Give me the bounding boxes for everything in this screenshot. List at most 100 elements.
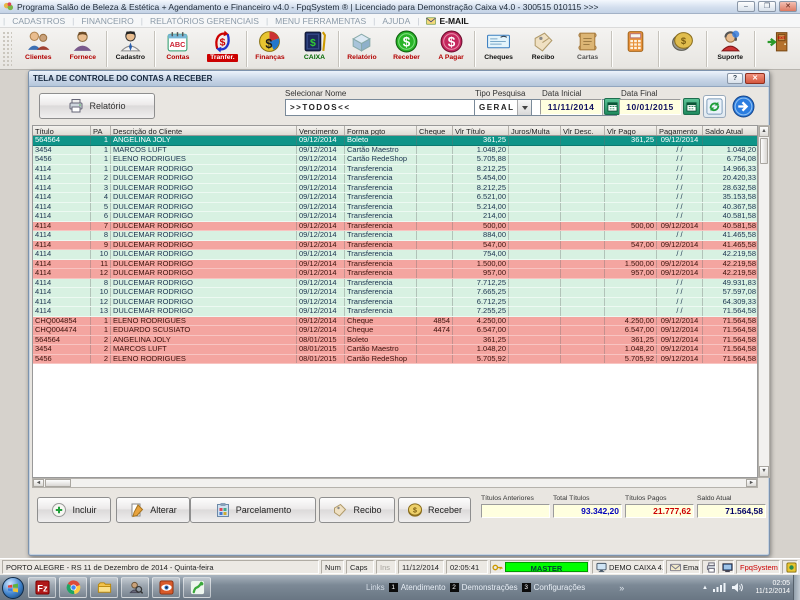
close-icon[interactable]: ✕ xyxy=(779,1,797,12)
receber-button[interactable]: $Receber xyxy=(398,497,471,523)
menu-item-menu-ferramentas[interactable]: MENU FERRAMENTAS xyxy=(269,16,372,26)
table-row[interactable]: 41144DULCEMAR RODRIGO09/12/2014Transfere… xyxy=(33,193,757,203)
column-header-forma-pgto[interactable]: Forma pgto xyxy=(345,126,417,135)
recibo-button[interactable]: Recibo xyxy=(319,497,395,523)
calendar-icon[interactable] xyxy=(683,98,700,115)
table-row[interactable]: 411412DULCEMAR RODRIGO09/12/2014Transfer… xyxy=(33,298,757,308)
table-row[interactable]: 411412DULCEMAR RODRIGO09/12/2014Transfer… xyxy=(33,269,757,279)
toolbar-button-receber[interactable]: $Receber xyxy=(384,29,429,68)
column-header-pagamento[interactable]: Pagamento xyxy=(657,126,703,135)
scroll-up-icon[interactable]: ▲ xyxy=(759,126,769,137)
table-row[interactable]: 41142DULCEMAR RODRIGO09/12/2014Transfere… xyxy=(33,174,757,184)
alterar-button[interactable]: Alterar xyxy=(116,497,190,523)
taskbar-link-atendimento[interactable]: 1Atendimento xyxy=(389,583,446,592)
toolbar-button-suporte[interactable]: Suporte xyxy=(708,29,753,68)
toolbar-button-clientes[interactable]: Clientes xyxy=(16,29,61,68)
taskbar-search-user-icon[interactable] xyxy=(121,577,149,598)
taskbar-filezilla-icon[interactable]: Fz xyxy=(28,577,56,598)
data-inicial-field[interactable]: 11/11/2014 xyxy=(540,99,602,115)
column-header-vlr-desc[interactable]: Vlr Desc. xyxy=(561,126,605,135)
speaker-icon[interactable] xyxy=(731,582,743,593)
column-header-vencimento[interactable]: Vencimento xyxy=(297,126,345,135)
taskbar-explorer-icon[interactable] xyxy=(90,577,118,598)
help-icon[interactable]: ? xyxy=(727,73,743,84)
taskbar-link-demonstracoes[interactable]: 2Demonstrações xyxy=(450,583,518,592)
chevron-right-icon[interactable]: » xyxy=(619,583,624,593)
scroll-down-icon[interactable]: ▼ xyxy=(759,466,769,477)
table-row[interactable]: 41148DULCEMAR RODRIGO09/12/2014Transfere… xyxy=(33,231,757,241)
tipo-pesquisa-combobox[interactable]: GERAL xyxy=(474,99,532,116)
taskbar-link-configuracoes[interactable]: 3Configurações xyxy=(522,583,586,592)
vertical-scrollbar[interactable]: ▲ ▼ xyxy=(758,125,770,478)
column-header-pa[interactable]: PA xyxy=(91,126,111,135)
table-row[interactable]: 411413DULCEMAR RODRIGO09/12/2014Transfer… xyxy=(33,307,757,317)
toolbar-button-cartas[interactable]: Cartas xyxy=(565,29,610,68)
table-row[interactable]: 5645641ANGELINA JOLY09/12/2014Boleto361,… xyxy=(33,136,757,146)
toolbar-button-relatorio[interactable]: Relatório xyxy=(340,29,385,68)
toolbar-button-caixa[interactable]: $CAIXA xyxy=(292,29,337,68)
table-row[interactable]: CHQ0044741EDUARDO SCUSIATO09/12/2014Cheq… xyxy=(33,326,757,336)
taskbar-clock[interactable]: 02:05 11/12/2014 xyxy=(746,580,790,596)
window-close-icon[interactable]: ✕ xyxy=(745,73,765,84)
maximize-icon[interactable]: ❐ xyxy=(758,1,776,12)
refresh-button[interactable] xyxy=(703,95,726,118)
start-button[interactable] xyxy=(2,577,24,599)
column-header-cheque[interactable]: Cheque xyxy=(417,126,453,135)
table-row[interactable]: 54562ELENO RODRIGUES08/01/2015Cartão Red… xyxy=(33,355,757,365)
column-header-titulo[interactable]: Título xyxy=(33,126,91,135)
table-row[interactable]: 411410DULCEMAR RODRIGO09/12/2014Transfer… xyxy=(33,288,757,298)
toolbar-button-moeda-icon[interactable]: $ xyxy=(660,29,705,68)
scroll-left-icon[interactable]: ◄ xyxy=(33,479,44,487)
menu-item-cadastros[interactable]: CADASTROS xyxy=(6,16,71,26)
toolbar-button-sair-icon[interactable]: EXIT xyxy=(756,29,800,68)
menu-item-financeiro[interactable]: FINANCEIRO xyxy=(75,16,139,26)
table-row[interactable]: 411411DULCEMAR RODRIGO09/12/2014Transfer… xyxy=(33,260,757,270)
parcelamento-button[interactable]: Parcelamento xyxy=(190,497,316,523)
toolbar-button-tranfer[interactable]: $Tranfer. xyxy=(200,29,245,68)
taskbar-fpq-green-icon[interactable] xyxy=(183,577,211,598)
table-row[interactable]: 41146DULCEMAR RODRIGO09/12/2014Transfere… xyxy=(33,212,757,222)
toolbar-button-financas[interactable]: $Finanças xyxy=(248,29,293,68)
taskbar-eye-viewer-icon[interactable] xyxy=(152,577,180,598)
menu-item-e-mail[interactable]: E-MAIL xyxy=(420,16,474,26)
horizontal-scrollbar[interactable]: ◄ ► xyxy=(32,478,758,488)
column-header-juros-multa[interactable]: Juros/Multa xyxy=(509,126,561,135)
table-row[interactable]: 41147DULCEMAR RODRIGO09/12/2014Transfere… xyxy=(33,222,757,232)
data-final-field[interactable]: 10/01/2015 xyxy=(619,99,681,115)
toolbar-button-a-pagar[interactable]: $A Pagar xyxy=(429,29,474,68)
toolbar-button-contas[interactable]: ABCContas xyxy=(156,29,201,68)
table-row[interactable]: 41145DULCEMAR RODRIGO09/12/2014Transfere… xyxy=(33,203,757,213)
table-row[interactable]: 41149DULCEMAR RODRIGO09/12/2014Transfere… xyxy=(33,241,757,251)
show-desktop-button[interactable] xyxy=(793,575,800,600)
table-row[interactable]: 41143DULCEMAR RODRIGO09/12/2014Transfere… xyxy=(33,184,757,194)
table-row[interactable]: 411410DULCEMAR RODRIGO09/12/2014Transfer… xyxy=(33,250,757,260)
toolbar-button-calculadora-icon[interactable] xyxy=(613,29,658,68)
table-row[interactable]: 41148DULCEMAR RODRIGO09/12/2014Transfere… xyxy=(33,279,757,289)
table-row[interactable]: 54561ELENO RODRIGUES09/12/2014Cartão Red… xyxy=(33,155,757,165)
column-header-descricao-cliente[interactable]: Descrição do Cliente xyxy=(111,126,297,135)
menu-item-ajuda[interactable]: AJUDA xyxy=(376,16,416,26)
toolbar-button-cadastro[interactable]: Cadastro xyxy=(108,29,153,68)
table-row[interactable]: 41141DULCEMAR RODRIGO09/12/2014Transfere… xyxy=(33,165,757,175)
table-row[interactable]: CHQ0048541ELENO RODRIGUES09/12/2014Chequ… xyxy=(33,317,757,327)
toolbar-button-fornece[interactable]: Fornece xyxy=(61,29,106,68)
scroll-right-icon[interactable]: ► xyxy=(746,479,757,487)
toolbar-button-cheques[interactable]: Cheques xyxy=(476,29,521,68)
table-row[interactable]: 34542MARCOS LUFT08/01/2015Cartão Maestro… xyxy=(33,345,757,355)
go-arrow-button[interactable] xyxy=(732,95,755,118)
scroll-thumb[interactable] xyxy=(760,138,768,164)
table-row[interactable]: 5645642ANGELINA JOLY08/01/2015Boleto361,… xyxy=(33,336,757,346)
column-header-saldo-atual[interactable]: Saldo Atual xyxy=(703,126,759,135)
column-header-vlr-titulo[interactable]: Vlr Título xyxy=(453,126,509,135)
taskbar-chrome-icon[interactable] xyxy=(59,577,87,598)
menu-item-relatorios-gerenciais[interactable]: RELATÓRIOS GERENCIAIS xyxy=(144,16,265,26)
column-header-vlr-pago[interactable]: Vlr Pago xyxy=(605,126,657,135)
network-icon[interactable] xyxy=(713,582,726,593)
toolbar-button-recibo[interactable]: Recibo xyxy=(521,29,566,68)
relatorio-button[interactable]: Relatório xyxy=(39,93,155,119)
scroll-thumb[interactable] xyxy=(45,479,71,487)
tray-expand-icon[interactable]: ▲ xyxy=(702,585,708,591)
table-row[interactable]: 34541MARCOS LUFT09/12/2014Cartão Maestro… xyxy=(33,146,757,156)
minimize-icon[interactable]: – xyxy=(737,1,755,12)
incluir-button[interactable]: Incluir xyxy=(37,497,111,523)
